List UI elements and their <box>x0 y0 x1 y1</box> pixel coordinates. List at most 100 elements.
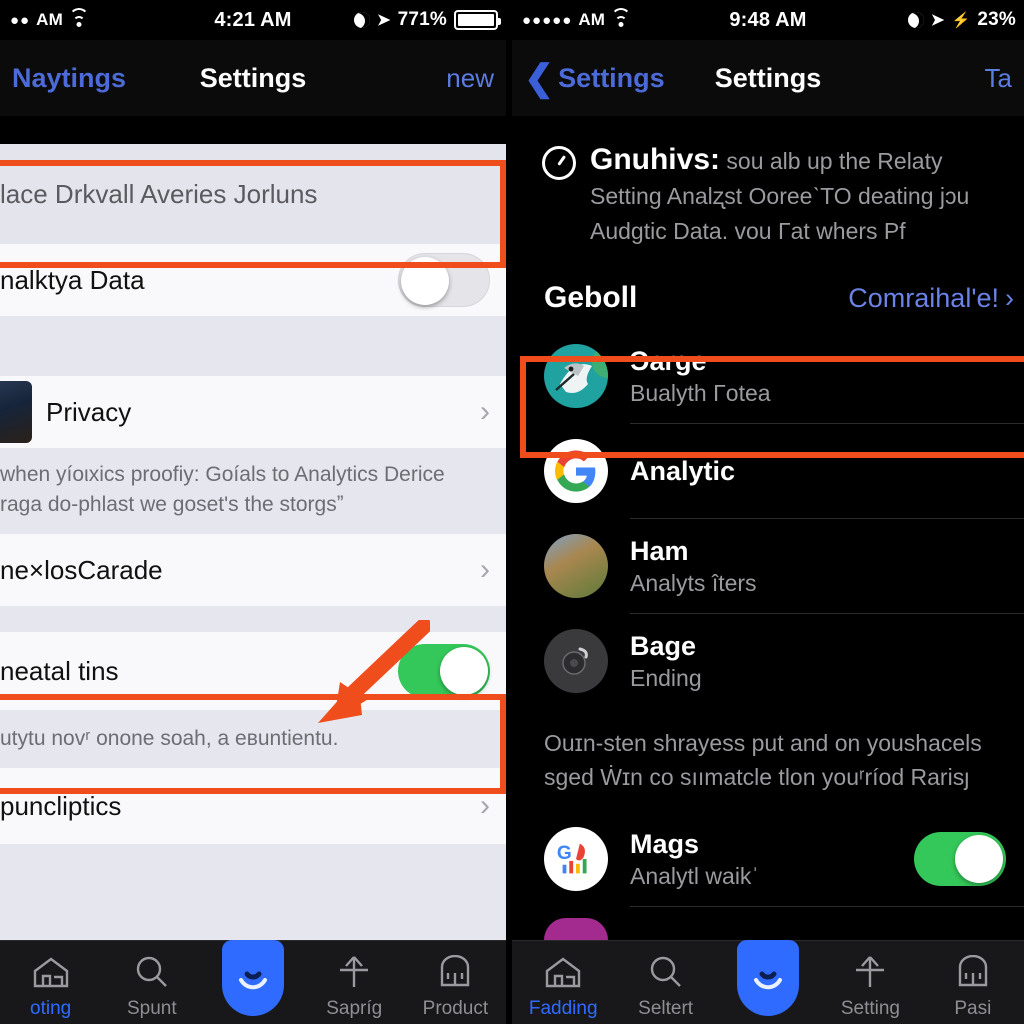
chevron-left-icon: ❮ <box>524 56 555 98</box>
mags-toggle[interactable] <box>914 832 1006 886</box>
power-pill-icon[interactable] <box>737 940 800 1016</box>
chevron-right-icon: › <box>480 789 490 822</box>
row-label: neatal tins <box>0 655 119 686</box>
info-banner: Gnuhivs: sou alb up the Relaty Setting A… <box>512 116 1024 267</box>
row-analytics-data[interactable]: nalktya Data <box>0 244 506 316</box>
battery-percent: 771% <box>397 9 447 30</box>
search-input[interactable]: lace Drkvall Averies Jorluns <box>0 144 506 244</box>
tab-power[interactable] <box>202 940 303 1024</box>
carrier-label: AM <box>36 10 63 29</box>
tab-label: Spunt <box>126 998 177 1019</box>
signal-dots: ●●●●● <box>522 11 573 29</box>
tab-search[interactable]: Spunt <box>101 950 202 1024</box>
neatal-tins-toggle[interactable] <box>398 644 490 698</box>
tab-label: Setting <box>840 998 900 1019</box>
row-title: Ham <box>630 535 689 566</box>
row-subtitle: Ending <box>630 664 702 691</box>
row-bage[interactable]: Bage Ending <box>512 614 1024 708</box>
row-label: puncliptics <box>0 790 122 821</box>
battery-icon <box>454 10 501 30</box>
toggle-knob <box>955 835 1003 883</box>
tab-label: oting <box>30 998 72 1019</box>
row-subtitle: Analytl waikˈ <box>630 862 760 889</box>
tab-upload[interactable]: Sapríg <box>304 950 405 1024</box>
top-black-gap <box>0 116 506 144</box>
wifi-icon <box>611 7 632 28</box>
row-label: Privacy <box>46 396 132 427</box>
section-title: Geboll <box>544 281 638 314</box>
row-title: Mags <box>630 828 700 859</box>
row-separator <box>630 906 1024 907</box>
row-subtitle: Bualyth Γotea <box>630 379 771 406</box>
section-link[interactable]: Comraihalʹe! › <box>848 283 1014 314</box>
tab-power[interactable] <box>717 940 819 1024</box>
wifi-icon <box>68 7 89 28</box>
nest-cam-avatar <box>544 629 608 693</box>
person-avatar <box>0 381 32 443</box>
left-tab-bar: oting Spunt Sapríg Product <box>0 940 506 1024</box>
row-mags[interactable]: G Mags Analytl waikˈ <box>512 812 1024 906</box>
row-text: Ham Analyts îters <box>630 536 757 597</box>
bag-icon <box>436 950 474 994</box>
row-text: Ɔarge Bualyth Γotea <box>630 346 771 407</box>
tab-home[interactable]: oting <box>0 950 101 1024</box>
dove-avatar <box>544 344 608 408</box>
tab-product[interactable]: Product <box>405 950 506 1024</box>
chevron-right-icon: › <box>480 553 490 586</box>
row-privacy[interactable]: Privacy › <box>0 376 506 448</box>
nav-back-button[interactable]: ❮ Settings <box>524 56 665 98</box>
status-left-group: ●● AM <box>0 7 89 30</box>
moon-icon <box>907 12 924 28</box>
nav-right-button[interactable]: Ta <box>985 63 1012 94</box>
privacy-footnote: when yíoιxics proofiy: Goíals to Analyti… <box>0 448 506 534</box>
power-pill-icon[interactable] <box>222 940 284 1016</box>
status-left-group: ●●●●● AM <box>512 7 632 30</box>
tab-label: Pasi <box>954 998 992 1019</box>
tab-home[interactable]: Fadding <box>512 950 614 1024</box>
tab-setting[interactable]: Setting <box>819 950 921 1024</box>
moon-icon <box>353 12 370 28</box>
right-status-bar: ●●●●● AM 9:48 AM ➤ ⚡ 23% <box>512 0 1024 40</box>
tab-label: Sapríg <box>326 998 383 1019</box>
section-header: Geboll Comraihalʹe! › <box>512 267 1024 329</box>
search-input-value: lace Drkvall Averies Jorluns <box>0 178 318 209</box>
row-garge[interactable]: Ɔarge Bualyth Γotea <box>512 329 1024 423</box>
row-nexloscarade[interactable]: ne×losCarade › <box>0 534 506 606</box>
row-neatal-tins[interactable]: neatal tins <box>0 632 506 710</box>
clock-icon <box>542 146 576 180</box>
bag-icon <box>954 950 992 994</box>
upload-icon <box>851 950 889 994</box>
row-title: Analytic <box>630 455 736 486</box>
row-text: Mags Analytl waikˈ <box>630 829 759 890</box>
nav-back-button[interactable]: Naytings <box>12 63 126 94</box>
tab-search[interactable]: Seltert <box>614 950 716 1024</box>
right-phone-panel: ●●●●● AM 9:48 AM ➤ ⚡ 23% ❮ Settings Sett… <box>512 0 1024 1024</box>
row-puncliptics[interactable]: puncliptics › <box>0 768 506 844</box>
row-ham[interactable]: Ham Analyts îters <box>512 519 1024 613</box>
tab-pasi[interactable]: Pasi <box>922 950 1024 1024</box>
google-g-avatar <box>544 439 608 503</box>
person-photo-avatar <box>544 534 608 598</box>
right-settings-list: Gnuhivs: sou alb up the Relaty Setting A… <box>512 116 1024 940</box>
toggle-footnote: utytu novʳ onone soah, a eʙuntientu. <box>0 710 506 768</box>
status-right-group: ➤ 771% <box>353 9 506 31</box>
google-analytics-avatar: G <box>544 827 608 891</box>
analytics-data-toggle[interactable] <box>398 253 490 307</box>
nav-back-label: Naytings <box>12 62 127 93</box>
row-title: Bage <box>630 630 697 661</box>
home-icon <box>544 950 582 994</box>
row-analytic[interactable]: Analytic <box>512 424 1024 518</box>
toggle-knob <box>440 647 488 695</box>
chevron-right-icon: › <box>1005 282 1014 313</box>
row-label: ne×losCarade <box>0 554 163 585</box>
row-text: Bage Ending <box>630 631 702 692</box>
chevron-right-icon: › <box>480 395 490 428</box>
status-right-group: ➤ ⚡ 23% <box>907 9 1024 31</box>
group-gap <box>0 316 506 376</box>
location-arrow-icon: ➤ <box>376 12 391 29</box>
nav-new-button[interactable]: new <box>446 63 494 94</box>
partial-avatar-peek <box>544 918 608 940</box>
carrier-label: AM <box>578 10 606 29</box>
left-phone-panel: ●● AM 4:21 AM ➤ 771% Naytings Settings n… <box>0 0 506 1024</box>
battery-percent: 23% <box>977 9 1016 30</box>
